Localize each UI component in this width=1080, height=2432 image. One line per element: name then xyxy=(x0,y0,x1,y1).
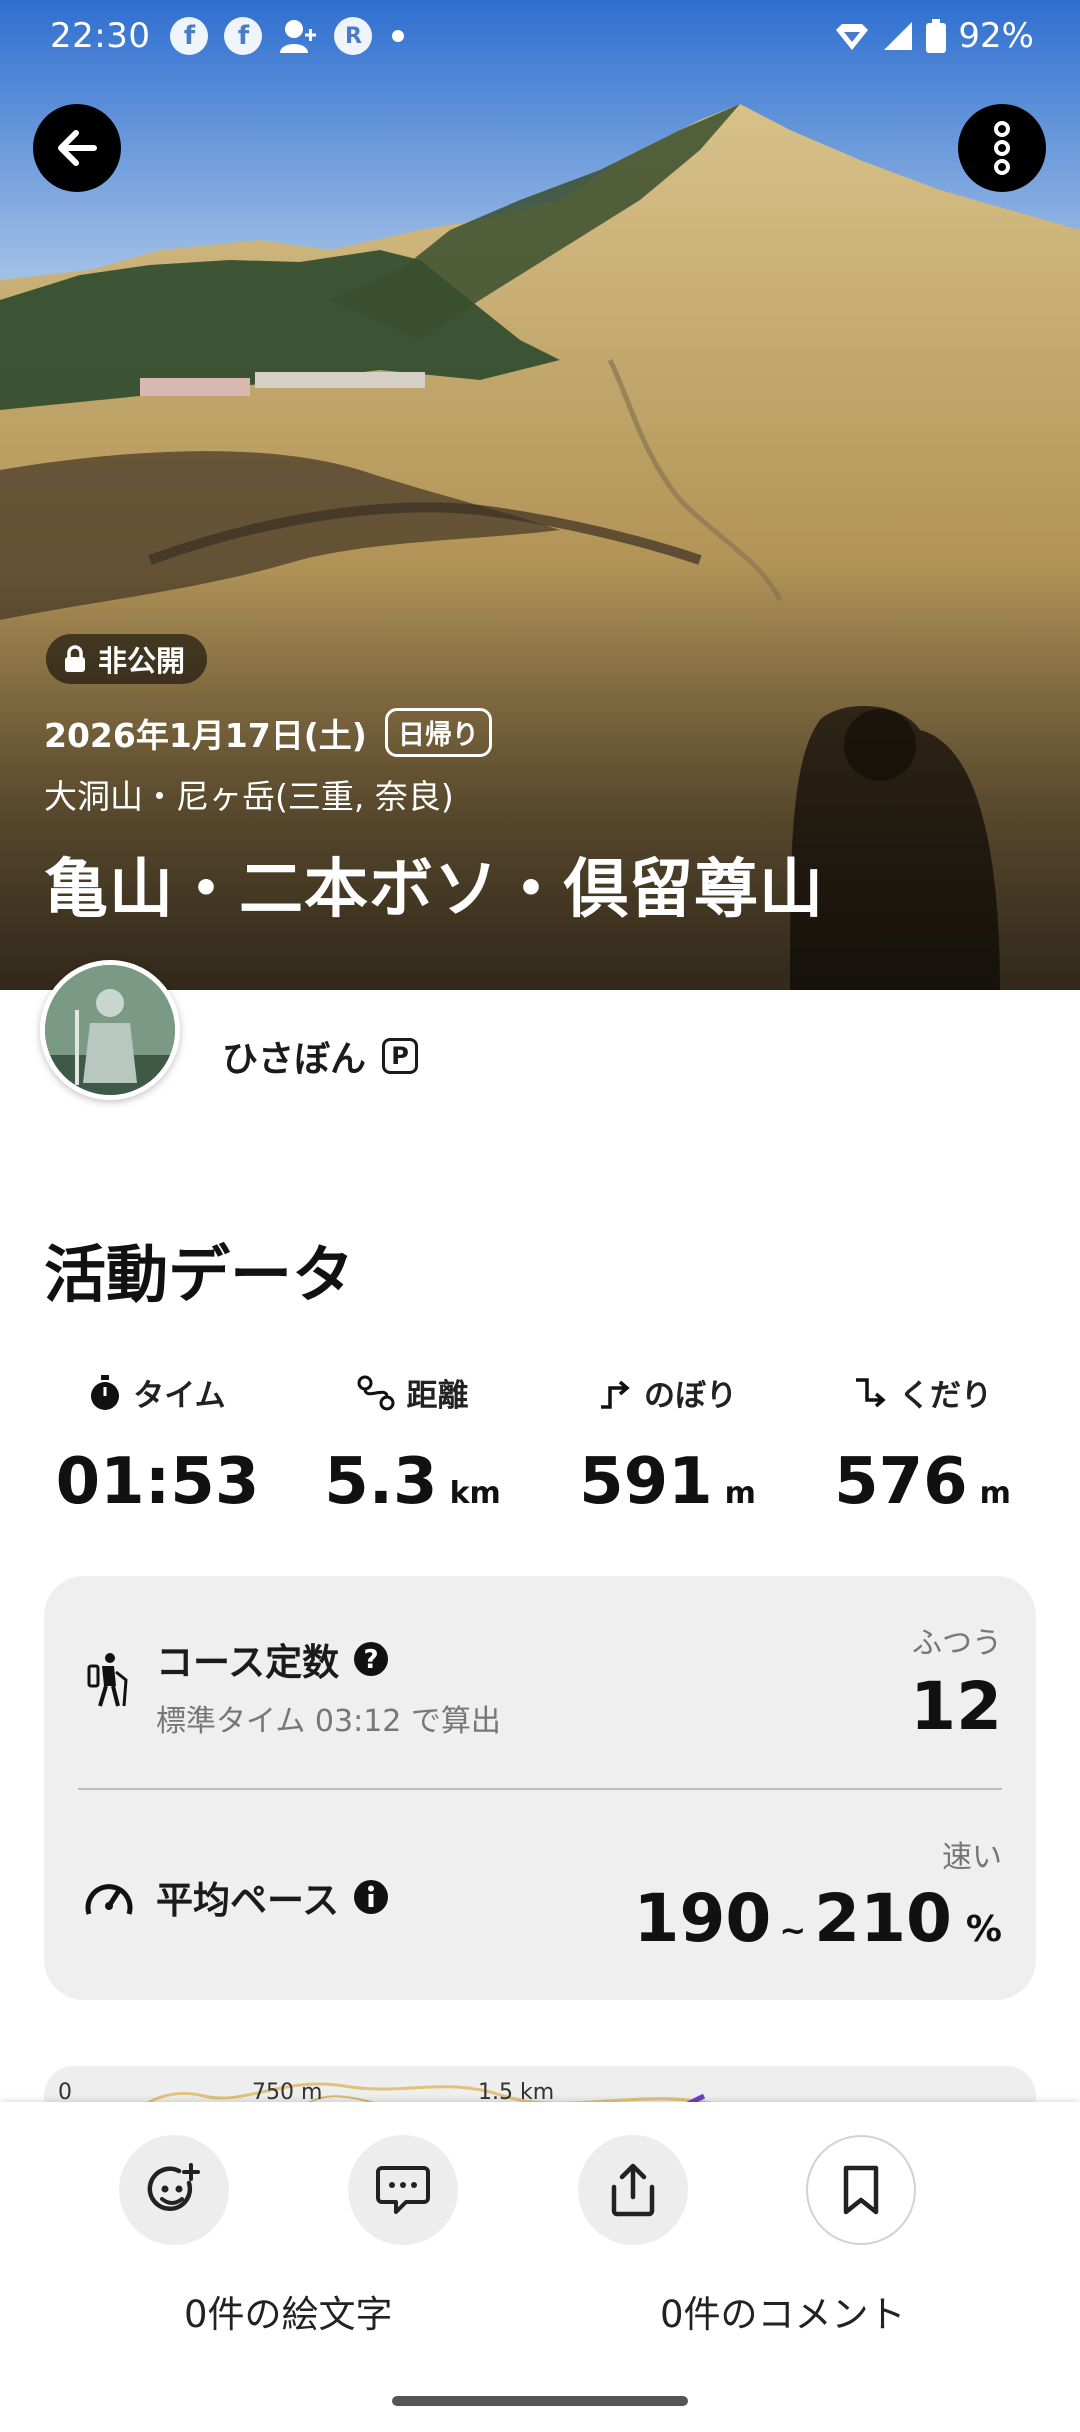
stat-label-row: のぼり xyxy=(598,1370,737,1415)
stopwatch-icon xyxy=(91,1374,120,1410)
stat-value-row: 01:53 xyxy=(56,1445,260,1519)
stat-label-row: くだり xyxy=(853,1370,992,1415)
stat-value-row: 576 m xyxy=(834,1445,1011,1519)
emoji-count[interactable]: 0件の絵文字 xyxy=(184,2284,393,2338)
activity-date: 2026年1月17日(土) xyxy=(44,715,367,755)
status-bar: 22:30 f f R 92% xyxy=(0,0,1080,72)
r-app-icon: R xyxy=(334,17,373,55)
stat-label: のぼり xyxy=(644,1378,737,1414)
premium-badge: P xyxy=(382,1038,419,1074)
notification-icons: f f R xyxy=(170,17,405,55)
svg-text:?: ? xyxy=(364,1645,379,1675)
pace-range: 190 ~ 210 % xyxy=(634,1880,1002,1957)
trip-type-tag: 日帰り xyxy=(384,708,492,757)
back-button[interactable] xyxy=(33,104,121,192)
stat-label-row: 距離 xyxy=(357,1370,469,1415)
dot-icon xyxy=(392,30,405,42)
route-icon xyxy=(357,1375,394,1410)
speedometer-icon xyxy=(85,1884,133,1915)
add-contact-icon xyxy=(280,20,317,53)
avatar[interactable] xyxy=(40,960,180,1100)
pace-max: 210 xyxy=(814,1880,952,1957)
arrow-left-icon xyxy=(58,130,97,166)
info-icon[interactable] xyxy=(353,1879,389,1915)
stat-value: 591 xyxy=(579,1445,713,1519)
add-emoji-icon xyxy=(147,2163,200,2212)
section-title: 活動データ xyxy=(44,1238,355,1311)
comment-icon xyxy=(376,2166,430,2214)
average-pace-label: 平均ペース xyxy=(156,1879,340,1922)
stat-value: 01:53 xyxy=(55,1445,260,1519)
activity-title: 亀山・二本ボソ・倶留尊山 xyxy=(44,853,824,927)
facebook-icon: f xyxy=(170,17,209,55)
battery-icon xyxy=(926,19,947,53)
stat-label: 距離 xyxy=(406,1378,469,1414)
descent-icon xyxy=(856,1377,886,1407)
stat-unit: km xyxy=(449,1476,501,1511)
lock-icon xyxy=(65,645,85,672)
stat-label-row: タイム xyxy=(89,1370,226,1415)
pace-separator: ~ xyxy=(779,1911,807,1949)
home-indicator[interactable] xyxy=(392,2396,688,2406)
course-constant-value: 12 xyxy=(910,1668,1002,1745)
course-constant-label: コース定数 xyxy=(156,1641,340,1684)
stat-descent: くだり 576 m xyxy=(795,1370,1050,1519)
pace-unit: % xyxy=(965,1909,1002,1950)
share-button[interactable] xyxy=(578,2135,688,2245)
course-level: ふつう xyxy=(912,1626,1002,1661)
user-name-row[interactable]: ひさぼん P xyxy=(222,1030,419,1082)
activity-detail-screen: 22:30 f f R 92% 非公開 2026年1月17日(土) 日帰り 大洞… xyxy=(0,0,1080,2432)
comment-button[interactable] xyxy=(348,2135,458,2245)
help-icon[interactable]: ? xyxy=(353,1641,389,1677)
privacy-label: 非公開 xyxy=(98,644,186,678)
course-constant-title: コース定数 ? xyxy=(156,1632,389,1686)
stat-value: 576 xyxy=(834,1445,968,1519)
comment-count[interactable]: 0件のコメント xyxy=(660,2284,906,2338)
bookmark-icon xyxy=(843,2165,879,2215)
privacy-badge: 非公開 xyxy=(46,634,208,684)
ascent-icon xyxy=(601,1380,630,1409)
divider xyxy=(78,1788,1002,1790)
signal-icon xyxy=(884,22,913,50)
stat-distance: 距離 5.3 km xyxy=(285,1370,540,1519)
avatar-image xyxy=(45,965,175,1095)
stat-ascent: のぼり 591 m xyxy=(540,1370,795,1519)
stat-label: タイム xyxy=(133,1378,226,1414)
stat-value-row: 591 m xyxy=(579,1445,756,1519)
stat-value-row: 5.3 km xyxy=(324,1445,501,1519)
stat-value: 5.3 xyxy=(324,1445,438,1519)
activity-date-row: 2026年1月17日(土) 日帰り xyxy=(44,708,492,757)
emoji-reaction-button[interactable] xyxy=(119,2135,229,2245)
hiker-icon xyxy=(87,1653,128,1707)
user-name: ひさぼん xyxy=(222,1039,367,1080)
stat-time: タイム 01:53 xyxy=(30,1370,285,1519)
mountain-area[interactable]: 大洞山・尼ヶ岳(三重, 奈良) xyxy=(44,770,454,818)
stats-row: タイム 01:53 距離 5.3 km のぼり 591 m くだり 576 m xyxy=(30,1370,1050,1519)
pace-level: 速い xyxy=(942,1840,1002,1875)
course-constant-subtext: 標準タイム 03:12 で算出 xyxy=(156,1704,501,1739)
battery-percent: 92% xyxy=(958,16,1034,56)
bookmark-button[interactable] xyxy=(806,2135,916,2245)
course-pace-card: コース定数 ? 標準タイム 03:12 で算出 ふつう 12 平均ペース 速い … xyxy=(44,1576,1036,2000)
share-icon xyxy=(611,2163,655,2217)
more-options-button[interactable] xyxy=(958,104,1046,192)
stat-unit: m xyxy=(979,1476,1011,1511)
average-pace-title: 平均ペース xyxy=(156,1870,389,1924)
stat-unit: m xyxy=(724,1476,756,1511)
facebook-icon: f xyxy=(224,17,263,55)
pace-min: 190 xyxy=(633,1880,772,1957)
stat-label: くだり xyxy=(899,1378,992,1414)
status-time: 22:30 xyxy=(50,16,151,56)
status-right: 92% xyxy=(834,16,1034,56)
wifi-icon xyxy=(836,24,869,50)
more-vertical-icon xyxy=(994,121,1010,175)
